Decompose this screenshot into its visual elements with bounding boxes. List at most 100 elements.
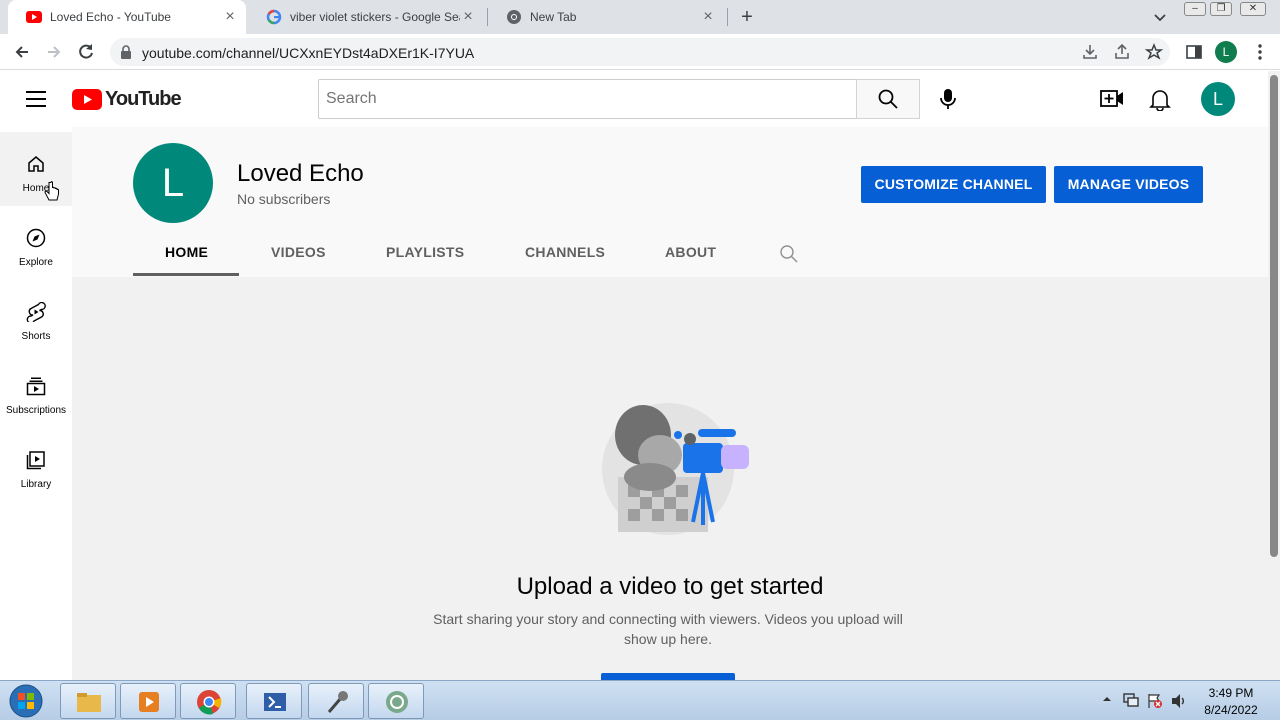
tab-google-search[interactable]: viber violet stickers - Google Sea × bbox=[248, 0, 484, 34]
account-avatar[interactable]: L bbox=[1201, 82, 1235, 116]
more-options-icon[interactable] bbox=[1250, 42, 1270, 62]
active-tab-indicator bbox=[133, 273, 239, 276]
channel-search-icon[interactable] bbox=[779, 244, 799, 264]
tab-search-chevron-icon[interactable] bbox=[1152, 9, 1168, 25]
youtube-favicon-icon bbox=[26, 9, 42, 25]
youtube-logo-icon bbox=[72, 89, 102, 110]
chrome-favicon-icon bbox=[506, 9, 522, 25]
empty-state-description: Start sharing your story and connecting … bbox=[433, 611, 903, 647]
subscriber-count: No subscribers bbox=[237, 191, 331, 207]
tab-divider bbox=[727, 8, 728, 26]
network-app-icon bbox=[383, 688, 411, 716]
library-icon bbox=[26, 451, 45, 470]
action-center-flag-icon[interactable] bbox=[1146, 692, 1164, 710]
media-player-icon bbox=[135, 688, 163, 716]
reload-icon[interactable] bbox=[76, 42, 96, 62]
search-icon bbox=[878, 89, 898, 109]
page-scrollbar[interactable] bbox=[1268, 71, 1280, 680]
sidebar-item-library[interactable]: Library bbox=[0, 428, 72, 502]
powershell-icon bbox=[261, 688, 289, 716]
taskbar-chrome[interactable] bbox=[180, 683, 236, 719]
tab-home[interactable]: HOME bbox=[165, 244, 208, 260]
mouse-hand-cursor-icon bbox=[44, 181, 60, 203]
taskbar-media-player[interactable] bbox=[120, 683, 176, 719]
sidebar-item-label: Explore bbox=[19, 257, 53, 268]
tab-title: Loved Echo - YouTube bbox=[50, 10, 171, 24]
channel-page: L Loved Echo No subscribers CUSTOMIZE CH… bbox=[72, 127, 1268, 683]
close-tab-icon[interactable]: × bbox=[222, 9, 238, 25]
file-explorer-icon bbox=[75, 688, 103, 716]
taskbar-file-explorer[interactable] bbox=[60, 683, 116, 719]
tab-videos[interactable]: VIDEOS bbox=[271, 244, 326, 260]
home-icon bbox=[28, 156, 44, 172]
show-hidden-icons-icon[interactable] bbox=[1102, 694, 1112, 704]
taskbar-clock-date[interactable]: 8/24/2022 bbox=[1196, 703, 1266, 717]
scrollbar-thumb[interactable] bbox=[1270, 75, 1278, 557]
windows-taskbar: 3:49 PM 8/24/2022 bbox=[0, 680, 1280, 720]
browser-profile-avatar[interactable]: L bbox=[1215, 41, 1237, 63]
network-status-icon[interactable] bbox=[1122, 692, 1140, 708]
shorts-icon bbox=[26, 302, 46, 322]
sidebar-item-home[interactable]: Home bbox=[0, 132, 72, 206]
upload-video-illustration bbox=[598, 397, 758, 542]
youtube-logo[interactable]: YouTube bbox=[72, 88, 182, 111]
google-favicon-icon bbox=[266, 9, 282, 25]
sidebar-item-label: Shorts bbox=[21, 331, 51, 342]
start-button-icon[interactable] bbox=[6, 683, 46, 719]
restore-window-icon[interactable]: ❐ bbox=[1210, 2, 1232, 16]
empty-state-title: Upload a video to get started bbox=[516, 573, 824, 600]
back-arrow-icon[interactable] bbox=[12, 42, 32, 62]
address-bar[interactable]: youtube.com/channel/UCXxnEYDst4aDXEr1K-I… bbox=[110, 38, 1170, 66]
search-input[interactable] bbox=[318, 79, 857, 119]
tab-channels[interactable]: CHANNELS bbox=[525, 244, 605, 260]
url-text: youtube.com/channel/UCXxnEYDst4aDXEr1K-I… bbox=[142, 45, 475, 61]
sidebar-item-explore[interactable]: Explore bbox=[0, 206, 72, 280]
share-icon[interactable] bbox=[1112, 42, 1132, 62]
new-tab-plus-icon[interactable]: + bbox=[738, 7, 756, 27]
tab-title: New Tab bbox=[530, 10, 577, 24]
subscriptions-icon bbox=[26, 377, 46, 396]
channel-name: Loved Echo bbox=[237, 160, 364, 187]
bookmark-star-icon[interactable] bbox=[1144, 42, 1164, 62]
minimize-window-icon[interactable]: – bbox=[1184, 2, 1206, 16]
install-app-icon[interactable] bbox=[1080, 42, 1100, 62]
channel-header: L Loved Echo No subscribers CUSTOMIZE CH… bbox=[72, 127, 1268, 277]
tab-youtube[interactable]: Loved Echo - YouTube × bbox=[8, 0, 246, 34]
youtube-wordmark: YouTube bbox=[105, 88, 182, 110]
tab-playlists[interactable]: PLAYLISTS bbox=[386, 244, 464, 260]
sidebar-item-label: Home bbox=[22, 183, 50, 194]
taskbar-clock-time[interactable]: 3:49 PM bbox=[1196, 686, 1266, 700]
lock-icon[interactable] bbox=[120, 45, 132, 59]
sidebar-item-label: Library bbox=[20, 479, 52, 490]
youtube-header: YouTube L bbox=[0, 71, 1268, 127]
channel-avatar[interactable]: L bbox=[133, 143, 213, 223]
sidebar-item-shorts[interactable]: Shorts bbox=[0, 280, 72, 354]
empty-channel-content: Upload a video to get started Start shar… bbox=[72, 277, 1268, 683]
tab-new-tab[interactable]: New Tab × bbox=[488, 0, 724, 34]
create-video-icon[interactable] bbox=[1100, 88, 1124, 110]
youtube-mini-sidebar: Home Explore Shorts Subscriptions Librar… bbox=[0, 127, 72, 680]
browser-tab-strip: Loved Echo - YouTube × viber violet stic… bbox=[0, 0, 1280, 34]
taskbar-network-app[interactable] bbox=[368, 683, 424, 719]
sidebar-item-subscriptions[interactable]: Subscriptions bbox=[0, 354, 72, 428]
close-tab-icon[interactable]: × bbox=[460, 9, 476, 25]
volume-speaker-icon[interactable] bbox=[1170, 693, 1188, 709]
taskbar-powershell[interactable] bbox=[246, 683, 302, 719]
hamburger-menu-icon[interactable] bbox=[26, 90, 46, 108]
close-tab-icon[interactable]: × bbox=[700, 9, 716, 25]
manage-videos-button[interactable]: MANAGE VIDEOS bbox=[1054, 166, 1203, 203]
voice-search-mic-icon[interactable] bbox=[937, 88, 959, 110]
taskbar-microphone-app[interactable] bbox=[308, 683, 364, 719]
tab-about[interactable]: ABOUT bbox=[665, 244, 716, 260]
customize-channel-button[interactable]: CUSTOMIZE CHANNEL bbox=[861, 166, 1046, 203]
sidebar-item-label: Subscriptions bbox=[5, 405, 67, 416]
compass-icon bbox=[26, 228, 46, 248]
close-window-icon[interactable]: ✕ bbox=[1240, 2, 1266, 16]
microphone-icon bbox=[323, 688, 351, 716]
notifications-bell-icon[interactable] bbox=[1149, 87, 1171, 111]
forward-arrow-icon[interactable] bbox=[44, 42, 64, 62]
tab-title: viber violet stickers - Google Sea bbox=[290, 10, 460, 24]
chrome-icon bbox=[195, 688, 223, 716]
side-panel-icon[interactable] bbox=[1184, 42, 1204, 62]
search-button[interactable] bbox=[856, 79, 920, 119]
